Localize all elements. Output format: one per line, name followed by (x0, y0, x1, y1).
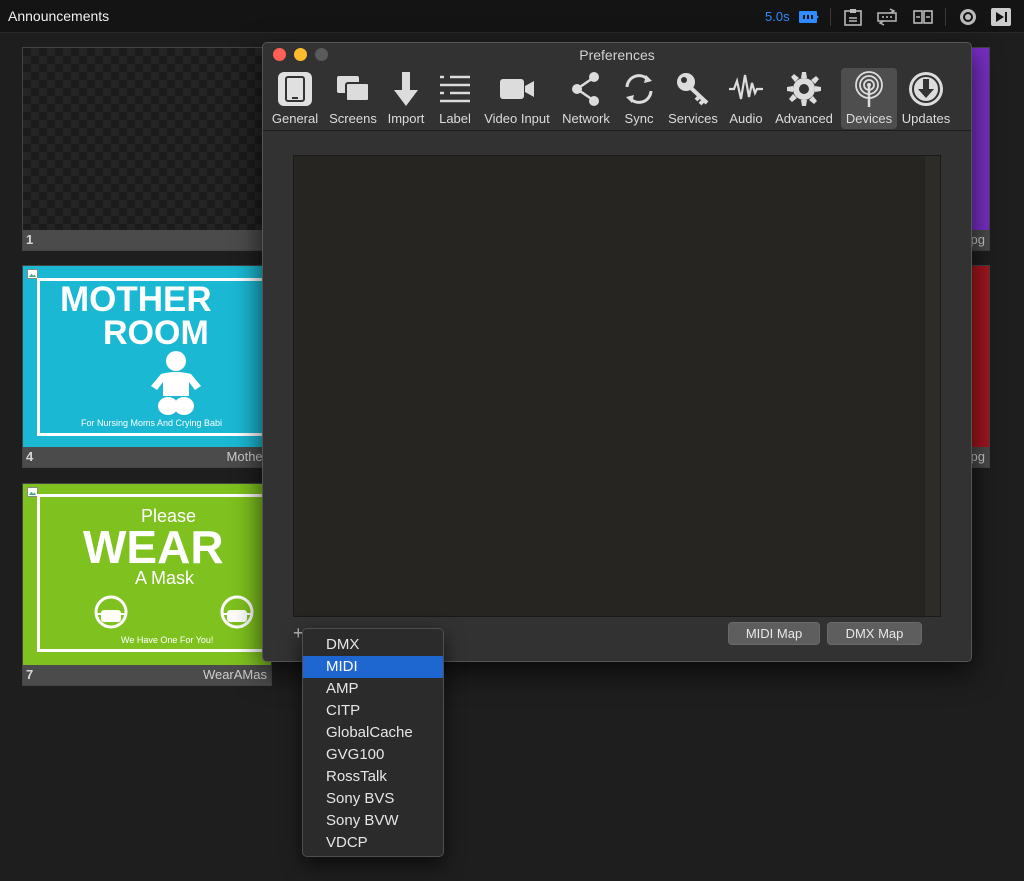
menu-item-midi[interactable]: MIDI (303, 656, 443, 678)
play-next-icon[interactable] (990, 7, 1012, 27)
menu-item-dmx[interactable]: DMX (303, 634, 443, 656)
menu-item-sony-bvs[interactable]: Sony BVS (303, 788, 443, 810)
tab-label: Advanced (775, 111, 833, 126)
midi-map-button[interactable]: MIDI Map (728, 622, 820, 645)
tab-label: Devices (845, 111, 893, 126)
slide-name: Mother (226, 449, 267, 464)
transition-icon[interactable] (876, 7, 898, 27)
menu-item-globalcache[interactable]: GlobalCache (303, 722, 443, 744)
slide-number: 7 (26, 667, 34, 682)
slide-number: 4 (26, 449, 34, 464)
preferences-toolbar: General Screens Import Label Video Input… (263, 67, 971, 131)
mask-face-icon (94, 595, 128, 629)
tab-services[interactable]: Services (665, 68, 721, 129)
menu-item-vdcp[interactable]: VDCP (303, 832, 443, 854)
slide-caption: 7 WearAMas (23, 665, 271, 685)
tab-label: General (271, 111, 319, 126)
audio-wave-icon (729, 74, 763, 100)
import-arrow-icon (394, 72, 418, 106)
window-title: Preferences (579, 47, 655, 63)
tab-screens[interactable]: Screens (325, 68, 381, 129)
dmx-map-button[interactable]: DMX Map (827, 622, 922, 645)
device-list[interactable] (293, 155, 941, 617)
slide-name: pg (970, 232, 985, 247)
playlist-title: Announcements (8, 8, 110, 24)
preferences-window: Preferences General Screens Import Label… (262, 42, 972, 662)
sign-footer: For Nursing Moms And Crying Babi (81, 418, 223, 428)
device-type-menu: DMX MIDI AMP CITP GlobalCache GVG100 Ros… (302, 628, 444, 857)
slide-thumbnail: MOTHER ROOM For Nursing Moms And Crying … (23, 266, 271, 447)
menu-item-gvg100[interactable]: GVG100 (303, 744, 443, 766)
menu-item-sony-bvw[interactable]: Sony BVW (303, 810, 443, 832)
tab-label: Updates (901, 111, 951, 126)
record-icon[interactable] (957, 7, 979, 27)
tab-label: Audio (729, 111, 763, 126)
timer-value[interactable]: 5.0s (765, 9, 790, 24)
device-list-scrollbar[interactable] (924, 156, 940, 616)
baby-icon (151, 351, 201, 415)
menu-item-amp[interactable]: AMP (303, 678, 443, 700)
share-network-icon (572, 72, 599, 106)
tab-general[interactable]: General (269, 68, 321, 129)
label-list-icon (440, 75, 470, 103)
sign-footer: We Have One For You! (121, 635, 214, 645)
sync-icon (625, 74, 653, 104)
sign-line-3: A Mask (135, 568, 195, 588)
tab-updates[interactable]: Updates (899, 68, 953, 129)
tab-label: Import (387, 111, 425, 126)
tab-label: Network (562, 111, 610, 126)
tab-label: Label (439, 111, 471, 126)
tab-network[interactable]: Network (557, 68, 615, 129)
tab-sync[interactable]: Sync (617, 68, 661, 129)
window-titlebar[interactable]: Preferences (263, 43, 971, 67)
clipboard-icon[interactable] (842, 7, 864, 27)
slide-caption: 4 Mother (23, 447, 271, 467)
slide-card[interactable]: MOTHER ROOM For Nursing Moms And Crying … (22, 265, 272, 468)
tab-video-input[interactable]: Video Input (481, 68, 553, 129)
tab-advanced[interactable]: Advanced (771, 68, 837, 129)
loop-icon[interactable] (798, 7, 820, 27)
menu-item-rosstalk[interactable]: RossTalk (303, 766, 443, 788)
screens-icon (337, 76, 370, 102)
menu-item-citp[interactable]: CITP (303, 700, 443, 722)
video-camera-icon (500, 79, 534, 99)
download-circle-icon (909, 72, 943, 106)
slide-card[interactable]: Please WEAR A Mask We Have One For You! … (22, 483, 272, 686)
slide-number: 1 (26, 232, 34, 247)
gear-icon (787, 72, 821, 106)
tab-label: Services (668, 111, 718, 126)
tab-import[interactable]: Import (383, 68, 429, 129)
slide-thumbnail: Please WEAR A Mask We Have One For You! (23, 484, 271, 665)
split-icon[interactable] (912, 7, 934, 27)
key-icon (677, 73, 709, 106)
slide-name: WearAMas (202, 667, 267, 682)
tab-label[interactable]: Label (433, 68, 477, 129)
sign-line-2: ROOM (103, 314, 209, 352)
slide-caption: 1 (23, 230, 271, 250)
tab-audio[interactable]: Audio (725, 68, 767, 129)
slide-thumbnail (23, 48, 271, 230)
mask-face-icon (220, 595, 254, 629)
tab-devices[interactable]: Devices (841, 68, 897, 129)
slide-name: pg (970, 449, 985, 464)
tab-label: Video Input (484, 111, 550, 126)
tab-label: Sync (624, 111, 654, 126)
antenna-icon (855, 71, 883, 107)
sign-line-2: WEAR (83, 521, 224, 573)
tablet-icon (278, 72, 312, 106)
top-bar: Announcements 5.0s (0, 0, 1024, 33)
tab-label: Screens (329, 111, 377, 126)
slide-card[interactable]: 1 (22, 47, 272, 251)
